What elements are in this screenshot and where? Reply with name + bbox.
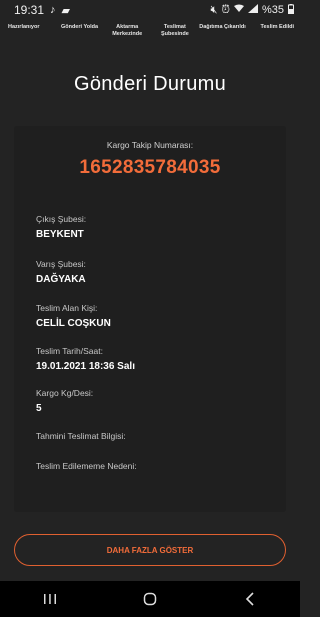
step-transfer-center: Aktarma Merkezinde [112,24,143,37]
home-button[interactable] [130,581,170,617]
shipment-steps: Hazırlanıyor Gönderi Yolda Aktarma Merke… [0,20,300,60]
page-title: Gönderi Durumu [73,73,227,95]
battery-icon [288,3,294,17]
home-icon [143,592,157,606]
field-weight: Kargo Kg/Desi: 5 [36,388,93,414]
field-value: 5 [36,403,42,414]
recent-apps-button[interactable] [30,581,70,617]
tracking-number: 1652835784035 [79,157,221,178]
field-failure-reason: Teslim Edilememe Nedeni: [36,461,137,476]
step-out-for-delivery: Dağıtıma Çıkarıldı [199,24,246,30]
field-value: BEYKENT [36,229,84,240]
alarm-icon: ⏰︎ [221,3,230,16]
step-delivered: Teslim Edildi [260,24,295,30]
status-time: 19:31 [14,3,45,17]
signal-icon [247,4,258,16]
field-label: Tahmini Teslimat Bilgisi: [36,431,126,441]
shipment-info-card: Kargo Takip Numarası: 1652835784035 Çıkı… [14,126,286,512]
step-in-transit: Gönderi Yolda [60,24,99,30]
field-estimated-delivery: Tahmini Teslimat Bilgisi: [36,431,126,446]
field-value: 19.01.2021 18:36 Salı [36,361,135,372]
field-label: Kargo Kg/Desi: [36,388,94,398]
chat-icon: ▰ [61,4,70,17]
field-destination-branch: Varış Şubesi: DAĞYAKA [36,259,86,285]
mute-icon: 🔇︎ [210,3,218,16]
back-icon [245,592,254,606]
back-button[interactable] [230,581,270,617]
field-label: Varış Şubesi: [36,259,86,269]
android-nav-bar [0,581,300,617]
recent-apps-icon [44,594,56,604]
step-delivery-branch: Teslimat Şubesinde [160,24,189,37]
field-recipient: Teslim Alan Kişi: CELİL COŞKUN [36,303,111,329]
wifi-icon [233,4,244,16]
field-label: Teslim Alan Kişi: [36,303,98,313]
battery-level: %35 [261,4,284,16]
field-label: Teslim Edilememe Nedeni: [36,461,137,471]
field-label: Teslim Tarih/Saat: [36,346,103,356]
step-preparing: Hazırlanıyor [8,24,40,30]
field-value: DAĞYAKA [36,274,86,285]
field-value: CELİL COŞKUN [36,318,111,329]
tracking-label: Kargo Takip Numarası: [106,140,194,150]
field-delivery-datetime: Teslim Tarih/Saat: 19.01.2021 18:36 Salı [36,346,135,372]
field-origin-branch: Çıkış Şubesi: BEYKENT [36,214,86,240]
show-more-button[interactable]: DAHA FAZLA GÖSTER [14,534,286,566]
music-note-icon: ♪ [50,4,56,16]
status-bar: 19:31 ♪ ▰ 🔇︎ ⏰︎ %35 [0,0,300,20]
field-label: Çıkış Şubesi: [36,214,87,224]
